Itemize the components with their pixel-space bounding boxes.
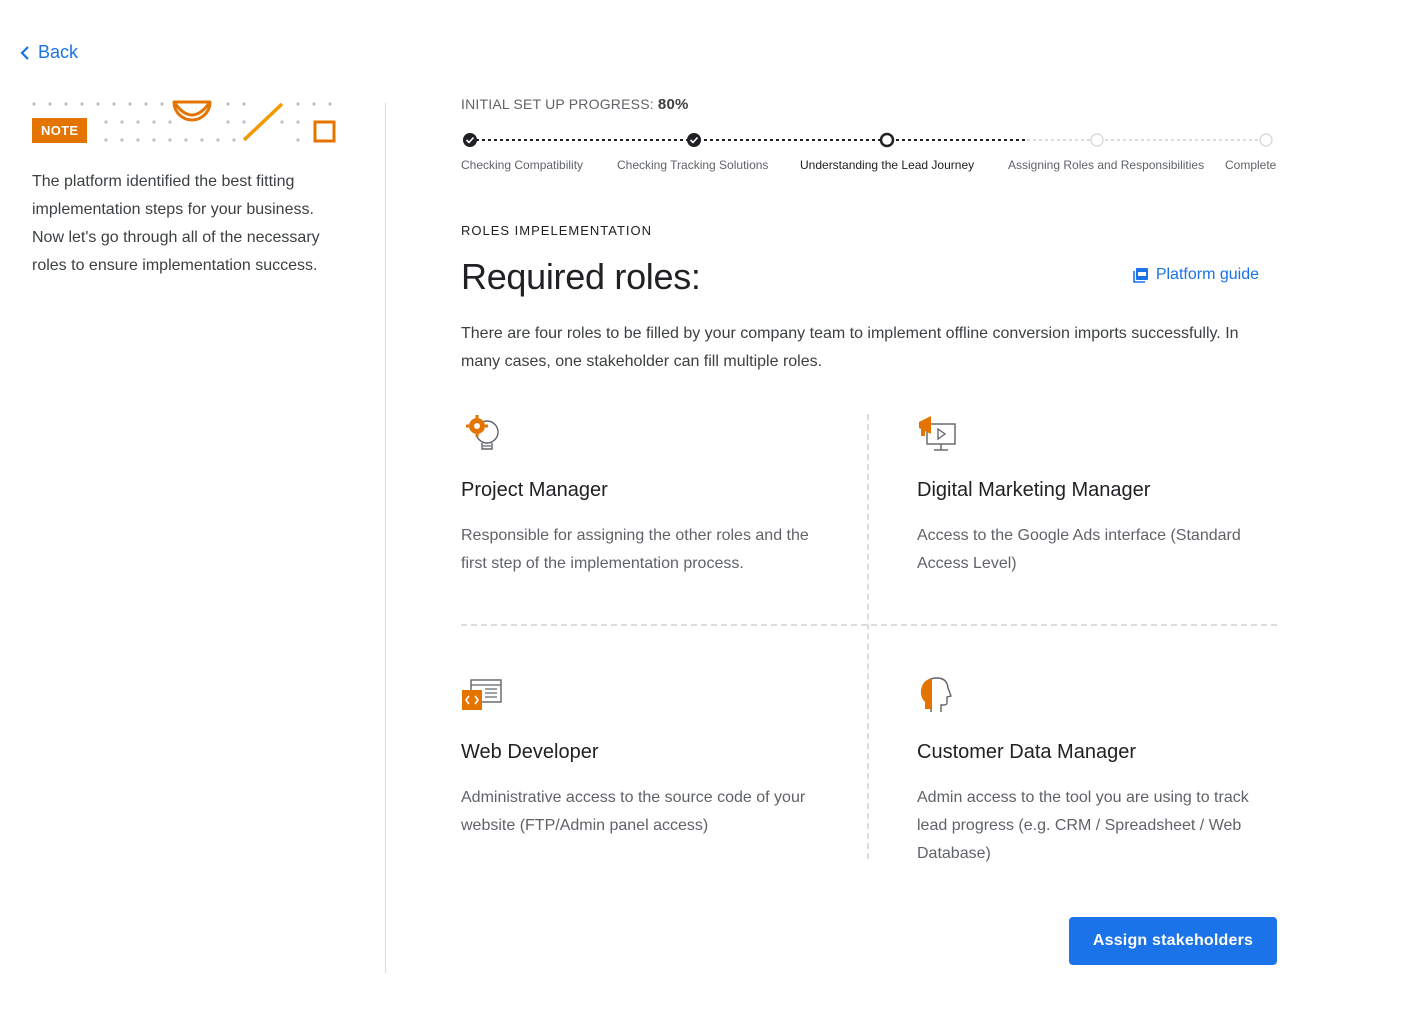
step-label-roles: Assigning Roles and Responsibilities (1008, 158, 1205, 172)
role-description: Responsible for assigning the other role… (461, 527, 809, 572)
back-label: Back (38, 42, 79, 62)
platform-guide-label: Platform guide (1155, 266, 1259, 283)
role-description: Admin access to the tool you are using t… (917, 789, 1249, 862)
role-title: Web Developer (461, 741, 599, 763)
panel-divider (385, 103, 386, 973)
roles-grid: Project Manager Responsible for assignin… (461, 414, 1277, 862)
step-done-icon (463, 133, 477, 147)
grid-divider-vertical (867, 414, 869, 859)
progress-stepper: Checking Compatibility Checking Tracking… (461, 131, 1277, 181)
step-label-lead-journey: Understanding the Lead Journey (800, 158, 975, 172)
pdf-icon (1133, 268, 1148, 283)
megaphone-monitor-icon (919, 416, 956, 451)
title-row: Required roles: Platform guide (461, 256, 1277, 300)
progress-label: INITIAL SET UP PROGRESS: 80% (461, 96, 1277, 113)
platform-guide-link[interactable]: Platform guide (1133, 266, 1259, 284)
code-window-icon (462, 679, 502, 710)
assign-stakeholders-button[interactable]: Assign stakeholders (1069, 917, 1277, 965)
main-content: INITIAL SET UP PROGRESS: 80% Checking Co… (461, 96, 1277, 862)
role-card-project-manager: Project Manager Responsible for assignin… (461, 414, 821, 578)
role-title: Digital Marketing Manager (917, 479, 1151, 501)
intro-text: There are four roles to be filled by you… (461, 325, 1239, 370)
role-card-web-developer: Web Developer Administrative access to t… (461, 676, 821, 840)
role-card-digital-marketing-manager: Digital Marketing Manager Access to the … (917, 414, 1277, 578)
note-badge: NOTE (32, 118, 88, 143)
step-label-complete: Complete (1225, 158, 1277, 172)
role-description: Administrative access to the source code… (461, 789, 806, 834)
role-description: Access to the Google Ads interface (Stan… (917, 527, 1241, 572)
step-done-icon (687, 133, 701, 147)
note-panel: NOTE The platform identified the best fi… (32, 96, 342, 280)
step-pending-icon (1259, 133, 1273, 147)
role-card-customer-data-manager: Customer Data Manager Admin access to th… (917, 676, 1277, 868)
step-label-tracking: Checking Tracking Solutions (617, 158, 769, 172)
role-title: Project Manager (461, 479, 608, 501)
section-eyebrow: ROLES IMPELEMENTATION (461, 223, 652, 238)
grid-divider-horizontal (461, 624, 1277, 626)
note-text: The platform identified the best fitting… (32, 173, 320, 274)
head-profile-icon (920, 677, 952, 712)
chevron-left-icon (20, 45, 29, 60)
step-label-compatibility: Checking Compatibility (461, 158, 584, 172)
note-decoration: NOTE (32, 96, 342, 148)
progress-value: 80% (657, 96, 689, 113)
back-link[interactable]: Back (20, 42, 78, 63)
role-title: Customer Data Manager (917, 741, 1136, 763)
lightbulb-gear-icon (466, 415, 499, 450)
stepper-track (463, 132, 1273, 148)
step-pending-icon (1090, 133, 1104, 147)
progress-label-text: INITIAL SET UP PROGRESS: (461, 96, 654, 112)
step-current-icon (879, 132, 895, 148)
